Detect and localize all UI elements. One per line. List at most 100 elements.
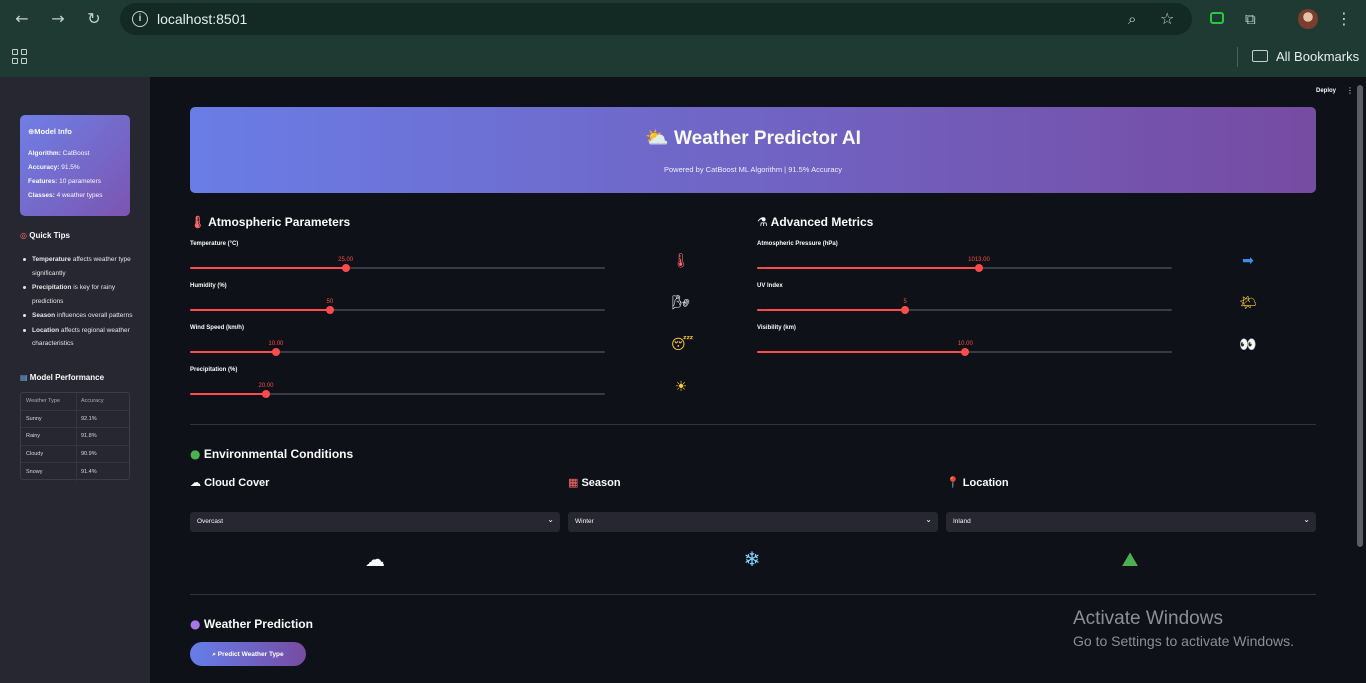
advanced-title: Advanced Metrics: [770, 215, 874, 229]
deploy-button[interactable]: Deploy: [1316, 88, 1336, 94]
slider[interactable]: Wind Speed (km/h) 10.00: [190, 325, 605, 365]
slider-label: UV Index: [757, 283, 783, 289]
back-arrow-icon[interactable]: ←: [12, 9, 32, 29]
slider-track[interactable]: [190, 306, 605, 314]
season-select[interactable]: Winter ⌄: [568, 512, 938, 532]
slider-track[interactable]: [757, 348, 1172, 356]
row-value: 4 weather types: [56, 192, 103, 199]
apps-grid-icon[interactable]: [12, 49, 27, 64]
target-icon: ◎: [20, 231, 27, 240]
slider[interactable]: Precipitation (%) 20.00: [190, 367, 605, 407]
slider-value: 20.00: [258, 383, 274, 389]
slider-track[interactable]: [190, 390, 605, 398]
model-info-row: Algorithm: CatBoost: [28, 150, 122, 157]
slider-thumb[interactable]: [975, 264, 984, 272]
row-value: CatBoost: [62, 150, 90, 157]
location-value[interactable]: Inland: [953, 518, 971, 525]
address-bar[interactable]: i localhost:8501 ⌕ ☆: [120, 3, 1192, 35]
predict-weather-button[interactable]: ⌕ Predict Weather Type: [190, 642, 306, 666]
season-label: ▦ Season: [568, 476, 621, 489]
kebab-menu-icon[interactable]: ⋮: [1346, 86, 1354, 95]
puzzle-icon[interactable]: ⧉: [1245, 10, 1263, 28]
table-cell: Rainy: [21, 428, 77, 445]
avatar[interactable]: [1298, 9, 1318, 29]
slider-label: Precipitation (%): [190, 367, 238, 373]
table-cell: 90.9%: [81, 450, 97, 457]
extension-icon[interactable]: [1210, 12, 1224, 24]
location-select[interactable]: Inland ⌄: [946, 512, 1316, 532]
wind-face-icon: 🌬: [672, 295, 690, 311]
location-label: 📍 Location: [946, 476, 1009, 489]
column-header[interactable]: Accuracy: [77, 398, 104, 404]
crystal-ball-icon: ●: [190, 617, 201, 631]
microscope-icon: ⚗: [757, 215, 768, 229]
slider-thumb[interactable]: [341, 264, 350, 272]
location-label-text: Location: [962, 477, 1009, 489]
chevron-down-icon[interactable]: ⌄: [547, 515, 554, 524]
table-cell: Snowy: [21, 463, 77, 481]
scrollbar[interactable]: [1357, 85, 1363, 547]
kebab-menu-icon[interactable]: ⋮: [1336, 9, 1352, 28]
reload-icon[interactable]: ↻: [84, 9, 104, 29]
sun-behind-cloud-icon: 🌤: [1239, 295, 1257, 311]
divider: [190, 424, 1316, 425]
slider-track[interactable]: [757, 306, 1172, 314]
page-title-text: Weather Predictor AI: [674, 128, 861, 149]
info-icon[interactable]: i: [132, 11, 148, 27]
chevron-down-icon[interactable]: ⌄: [1303, 515, 1310, 524]
row-key: Algorithm:: [28, 150, 61, 157]
slider-track[interactable]: [190, 348, 605, 356]
slider[interactable]: Atmospheric Pressure (hPa) 1013.00: [757, 241, 1172, 281]
slider-label: Atmospheric Pressure (hPa): [757, 241, 838, 247]
atmospheric-title: Atmospheric Parameters: [208, 215, 351, 229]
slider-thumb[interactable]: [271, 348, 280, 356]
prediction-title: Weather Prediction: [203, 617, 313, 631]
browser-chrome: ← → ↻ i localhost:8501 ⌕ ☆ ⧉ ⋮ All Bookm…: [0, 0, 1366, 77]
globe-icon: ●: [190, 447, 201, 461]
header-banner: ⛅ Weather Predictor AI Powered by CatBoo…: [190, 107, 1316, 193]
slider-thumb[interactable]: [261, 390, 270, 398]
column-header[interactable]: Weather Type: [21, 393, 77, 410]
folder-icon[interactable]: [1252, 50, 1268, 62]
table-row: Cloudy 90.9%: [21, 445, 129, 463]
slider-fill: [757, 351, 966, 353]
model-performance-heading: ▤ Model Performance: [20, 373, 104, 382]
list-item: Location affects regional weather charac…: [20, 324, 135, 351]
slider[interactable]: Temperature (°C) 25.00: [190, 241, 605, 281]
all-bookmarks-link[interactable]: All Bookmarks: [1276, 49, 1359, 64]
slider-track[interactable]: [757, 264, 1172, 272]
forward-arrow-icon[interactable]: →: [48, 9, 68, 29]
star-icon[interactable]: ☆: [1160, 9, 1174, 28]
page-subtitle: Powered by CatBoost ML Algorithm | 91.5%…: [663, 165, 842, 174]
slider-track[interactable]: [190, 264, 605, 272]
zoom-icon[interactable]: ⌕: [1128, 10, 1136, 28]
slider-thumb[interactable]: [961, 348, 970, 356]
tip-keyword: Season: [32, 312, 56, 319]
performance-table: Weather Type Accuracy Sunny 92.1% Rainy …: [20, 392, 130, 481]
cloud-icon: ☁: [365, 547, 385, 571]
environment-title: Environmental Conditions: [203, 447, 354, 461]
slider-value: 50: [326, 299, 334, 305]
slider-thumb[interactable]: [901, 306, 910, 314]
slider-fill: [190, 267, 346, 269]
season-value[interactable]: Winter: [575, 518, 594, 525]
slider-value: 10.00: [268, 341, 284, 347]
slider[interactable]: UV Index 5: [757, 283, 1172, 323]
table-row: Snowy 91.4%: [21, 463, 129, 481]
cloud-cover-select[interactable]: Overcast ⌄: [190, 512, 560, 532]
main-content: Deploy ⋮ ⛅ Weather Predictor AI Powered …: [150, 77, 1366, 683]
slider-label: Visibility (km): [757, 325, 796, 331]
sun-icon: ☀: [674, 379, 688, 395]
slider[interactable]: Humidity (%) 50: [190, 283, 605, 323]
environment-heading: ● Environmental Conditions: [190, 447, 353, 461]
table-header-row: Weather Type Accuracy: [21, 393, 129, 411]
slider-thumb[interactable]: [325, 306, 334, 314]
slider[interactable]: Visibility (km) 10.00: [757, 325, 1172, 365]
slider-value: 5: [903, 299, 907, 305]
chevron-down-icon[interactable]: ⌄: [925, 515, 932, 524]
cloud-cover-value[interactable]: Overcast: [197, 518, 223, 525]
page-title: ⛅ Weather Predictor AI: [190, 126, 1316, 150]
url-text[interactable]: localhost:8501: [157, 11, 247, 27]
slider-fill: [190, 309, 330, 311]
model-info-heading: ⊕Model Info: [28, 127, 122, 136]
